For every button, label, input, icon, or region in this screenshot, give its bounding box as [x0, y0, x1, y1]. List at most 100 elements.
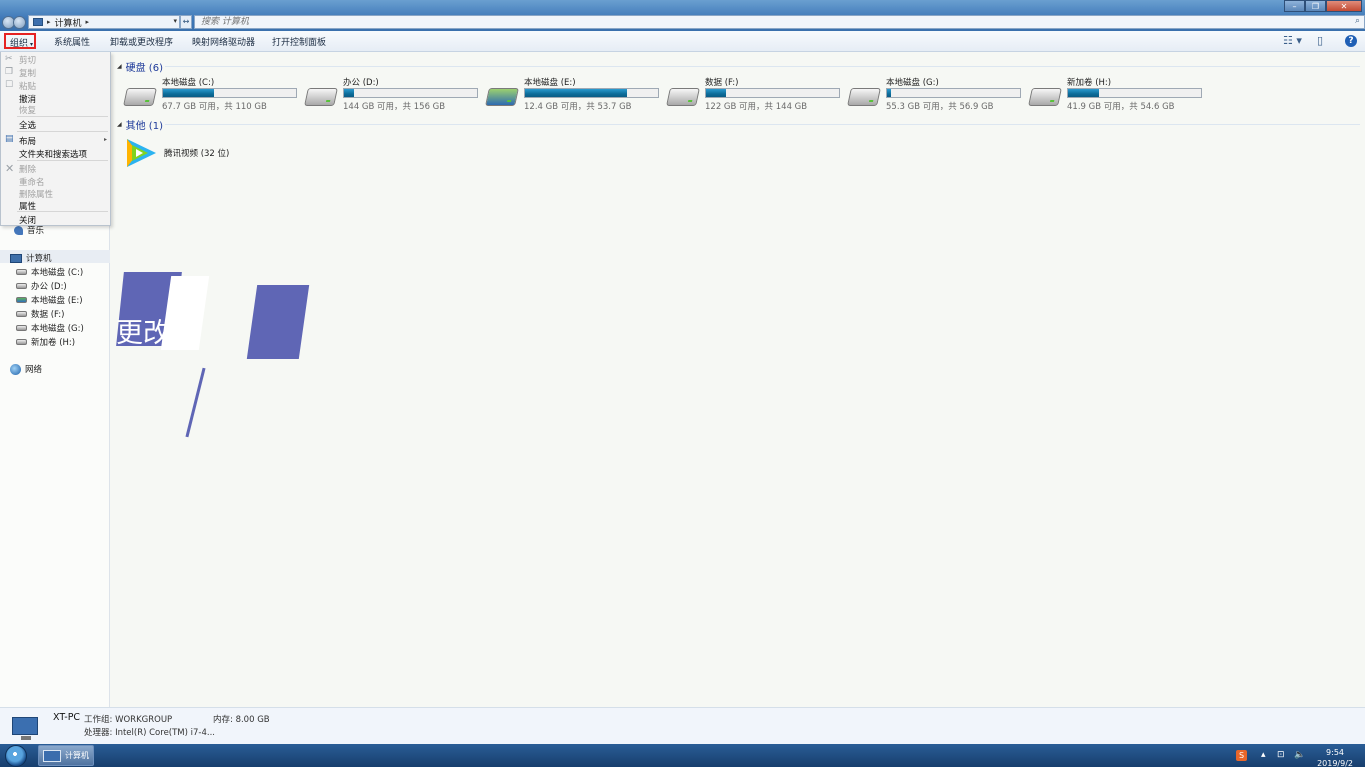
nav-item-drive-g[interactable]: 本地磁盘 (G:) — [16, 322, 84, 334]
taskbar: 计算机 S ▴ ⊡ 🔈 9:54 2019/9/2 — [0, 744, 1365, 767]
map-network-drive-button[interactable]: 映射网络驱动器 — [192, 35, 255, 48]
computer-icon — [33, 18, 43, 26]
capacity-bar — [343, 88, 478, 98]
search-input[interactable] — [195, 16, 1364, 28]
drive-tile-c[interactable]: 本地磁盘 (C:) 67.7 GB 可用，共 110 GB — [117, 76, 297, 116]
chevron-right-icon[interactable]: ▸ — [86, 18, 90, 26]
capacity-bar-fill — [163, 89, 215, 97]
nav-item-computer[interactable]: 计算机 — [10, 252, 52, 264]
nav-item-label: 数据 (F:) — [31, 310, 65, 320]
hard-drive-icon — [847, 88, 881, 106]
layout-icon: ▤ — [5, 134, 14, 144]
menu-item-paste[interactable]: 粘贴 — [19, 80, 36, 92]
maximize-button[interactable]: ❐ — [1305, 0, 1326, 12]
show-hidden-icons-icon[interactable]: ▴ — [1261, 750, 1266, 760]
clock-date: 2019/9/2 — [1317, 759, 1353, 767]
capacity-bar — [162, 88, 297, 98]
capacity-bar-fill — [344, 89, 355, 97]
nav-item-label: 本地磁盘 (G:) — [31, 324, 84, 334]
view-options-icon[interactable]: ☷ ▾ — [1283, 34, 1302, 47]
menu-item-cut[interactable]: 剪切 — [19, 54, 36, 66]
memory-label: 内存: 8.00 GB — [213, 715, 270, 725]
menu-item-folder-options[interactable]: 文件夹和搜索选项 — [19, 148, 87, 160]
drive-tile-f[interactable]: 数据 (F:) 122 GB 可用，共 144 GB — [660, 76, 840, 116]
hard-drive-icon — [123, 88, 157, 106]
hard-drive-icon — [1028, 88, 1062, 106]
capacity-bar — [886, 88, 1021, 98]
menu-item-copy[interactable]: 复制 — [19, 67, 36, 79]
other-group-header[interactable]: ◢ 其他 (1) — [117, 117, 163, 132]
nav-item-drive-e[interactable]: 本地磁盘 (E:) — [16, 294, 83, 306]
help-icon[interactable]: ? — [1345, 35, 1357, 47]
network-status-icon[interactable]: ⊡ — [1277, 750, 1285, 760]
drive-free-space: 67.7 GB 可用，共 110 GB — [162, 102, 267, 112]
processor-label: 处理器: Intel(R) Core(TM) i7-4... — [84, 728, 216, 738]
drive-tile-g[interactable]: 本地磁盘 (G:) 55.3 GB 可用，共 56.9 GB — [841, 76, 1021, 116]
minimize-button[interactable]: – — [1284, 0, 1305, 12]
menu-item-delete[interactable]: 删除 — [19, 163, 36, 175]
menu-separator — [17, 211, 108, 212]
nav-item-drive-c[interactable]: 本地磁盘 (C:) — [16, 266, 83, 278]
search-box[interactable]: ⌕ — [194, 15, 1365, 29]
organize-button[interactable]: 组织 ▾ — [4, 33, 36, 49]
menu-item-remove-properties[interactable]: 删除属性 — [19, 188, 53, 200]
clock-time: 9:54 — [1326, 748, 1345, 757]
nav-item-drive-h[interactable]: 新加卷 (H:) — [16, 336, 75, 348]
overlay-line — [185, 367, 206, 438]
hard-drive-icon — [16, 311, 27, 317]
taskbar-item-computer[interactable]: 计算机 — [38, 745, 94, 766]
start-button[interactable] — [5, 745, 27, 767]
app-name: 腾讯视频 (32 位) — [164, 149, 230, 159]
menu-item-close[interactable]: 关闭 — [19, 214, 36, 226]
input-method-icon[interactable]: S — [1236, 750, 1247, 761]
menu-item-redo[interactable]: 恢复 — [19, 104, 36, 116]
drive-name: 本地磁盘 (E:) — [524, 78, 576, 88]
refresh-button[interactable]: ↔ — [180, 15, 192, 29]
drive-name: 办公 (D:) — [343, 78, 379, 88]
breadcrumb-computer[interactable]: 计算机 — [55, 16, 82, 29]
open-control-panel-button[interactable]: 打开控制面板 — [272, 35, 326, 48]
group-divider — [165, 66, 1360, 67]
forward-button[interactable] — [13, 16, 26, 29]
hard-disks-group-header[interactable]: ◢ 硬盘 (6) — [117, 59, 163, 74]
address-bar[interactable]: ▸ 计算机 ▸ ▾ — [28, 15, 180, 29]
chevron-right-icon[interactable]: ▸ — [47, 18, 51, 26]
capacity-bar-fill — [706, 89, 727, 97]
drive-tile-e[interactable]: 本地磁盘 (E:) 12.4 GB 可用，共 53.7 GB — [479, 76, 659, 116]
nav-item-drive-f[interactable]: 数据 (F:) — [16, 308, 64, 320]
command-toolbar: 组织 ▾ 系统属性 卸载或更改程序 映射网络驱动器 打开控制面板 ☷ ▾ ▯ ? — [0, 31, 1365, 52]
drive-tile-d[interactable]: 办公 (D:) 144 GB 可用，共 156 GB — [298, 76, 478, 116]
dropdown-arrow-icon: ▾ — [30, 41, 34, 48]
volume-icon[interactable]: 🔈 — [1294, 750, 1305, 760]
system-properties-button[interactable]: 系统属性 — [54, 35, 90, 48]
app-tile-tencent-video[interactable]: 腾讯视频 (32 位) — [124, 136, 229, 170]
address-dropdown-icon[interactable]: ▾ — [173, 17, 177, 25]
system-drive-icon — [485, 88, 519, 106]
menu-item-layout[interactable]: 布局 — [19, 135, 36, 147]
hard-drive-icon — [16, 339, 27, 345]
hard-drive-icon — [16, 283, 27, 289]
menu-item-select-all[interactable]: 全选 — [19, 119, 36, 131]
nav-item-label: 网络 — [25, 365, 43, 375]
drive-tile-h[interactable]: 新加卷 (H:) 41.9 GB 可用，共 54.6 GB — [1022, 76, 1202, 116]
music-icon — [14, 225, 23, 235]
preview-pane-icon[interactable]: ▯ — [1317, 34, 1323, 47]
capacity-bar-fill — [887, 89, 891, 97]
uninstall-program-button[interactable]: 卸载或更改程序 — [110, 35, 173, 48]
group-title: 其他 (1) — [125, 121, 163, 132]
menu-item-rename[interactable]: 重命名 — [19, 176, 45, 188]
drive-name: 数据 (F:) — [705, 78, 739, 88]
details-pane: XT-PC 工作组: WORKGROUP 内存: 8.00 GB 处理器: In… — [0, 707, 1365, 744]
collapse-triangle-icon[interactable]: ◢ — [117, 121, 122, 128]
close-button[interactable]: ✕ — [1326, 0, 1362, 12]
clock[interactable]: 9:54 2019/9/2 — [1317, 747, 1353, 767]
search-icon[interactable]: ⌕ — [1355, 16, 1360, 26]
overlay-text: 更改 — [116, 318, 170, 349]
nav-item-drive-d[interactable]: 办公 (D:) — [16, 280, 67, 292]
title-bar: ▸ 计算机 ▸ ▾ ↔ ⌕ – ❐ ✕ — [0, 0, 1365, 31]
nav-item-label: 办公 (D:) — [31, 282, 67, 292]
nav-item-network[interactable]: 网络 — [10, 363, 42, 375]
workgroup-label: 工作组: WORKGROUP — [84, 715, 173, 725]
hard-drive-icon — [304, 88, 338, 106]
collapse-triangle-icon[interactable]: ◢ — [117, 63, 122, 70]
